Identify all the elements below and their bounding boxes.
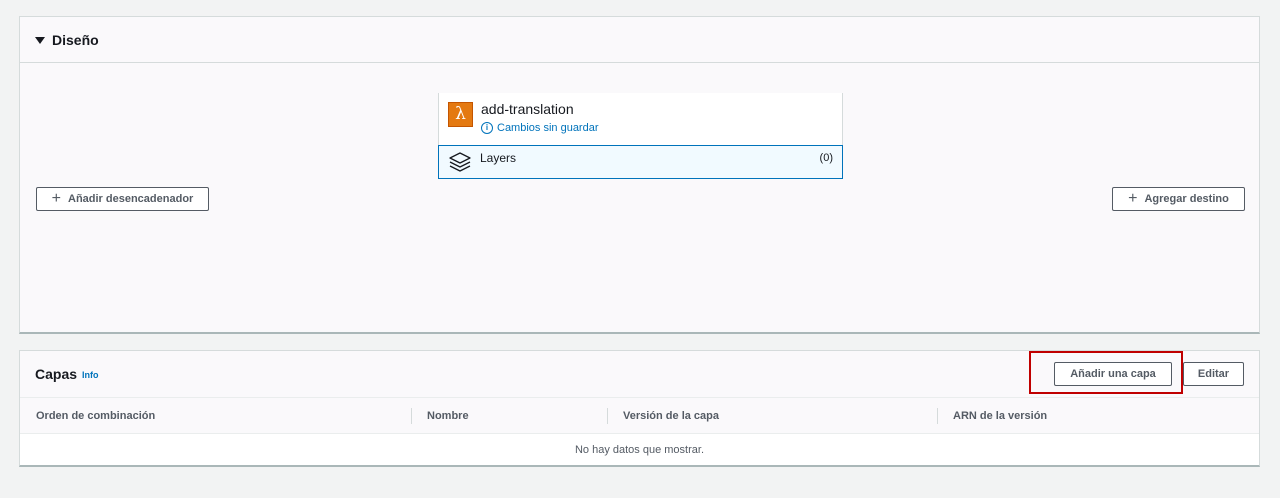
layers-label: Layers	[480, 151, 517, 165]
add-trigger-button[interactable]: + Añadir desencadenador	[36, 187, 209, 211]
caret-down-icon[interactable]	[35, 36, 45, 44]
layers-panel-title: Capas	[35, 366, 78, 382]
status-text: Cambios sin guardar	[497, 122, 599, 134]
design-panel: Diseño λ add-translation i Cambios sin g…	[19, 16, 1260, 334]
column-header[interactable]: Nombre	[411, 398, 607, 433]
function-card[interactable]: λ add-translation i Cambios sin guardar …	[438, 93, 843, 179]
plus-icon: +	[51, 190, 61, 207]
edit-button[interactable]: Editar	[1183, 362, 1244, 386]
layers-count: (0)	[819, 152, 833, 164]
design-panel-title: Diseño	[52, 31, 99, 48]
layers-panel: Capas Info Añadir una capa Editar Orden …	[19, 350, 1260, 467]
add-destination-button[interactable]: + Agregar destino	[1112, 187, 1245, 211]
add-layer-button[interactable]: Añadir una capa	[1054, 362, 1172, 386]
function-card-header[interactable]: λ add-translation i Cambios sin guardar	[439, 93, 842, 145]
column-header[interactable]: ARN de la versión	[937, 398, 1259, 433]
plus-icon: +	[1128, 190, 1138, 207]
layers-row[interactable]: Layers (0)	[438, 145, 843, 179]
add-destination-label: Agregar destino	[1144, 193, 1229, 205]
add-trigger-label: Añadir desencadenador	[68, 193, 194, 205]
column-header[interactable]: Orden de combinación	[20, 398, 411, 433]
empty-table-message: No hay datos que mostrar.	[574, 443, 704, 456]
function-name: add-translation	[481, 101, 574, 117]
layers-panel-header: Capas Info Añadir una capa Editar	[20, 351, 1259, 398]
layers-table-header: Orden de combinación Nombre Versión de l…	[20, 398, 1259, 434]
column-header[interactable]: Versión de la capa	[607, 398, 937, 433]
info-link[interactable]: Info	[82, 370, 99, 380]
unsaved-changes-status: i Cambios sin guardar	[481, 122, 599, 134]
layers-icon	[449, 152, 471, 172]
lambda-icon: λ	[448, 102, 473, 127]
design-panel-header[interactable]: Diseño	[20, 17, 1259, 63]
info-icon: i	[481, 122, 493, 134]
